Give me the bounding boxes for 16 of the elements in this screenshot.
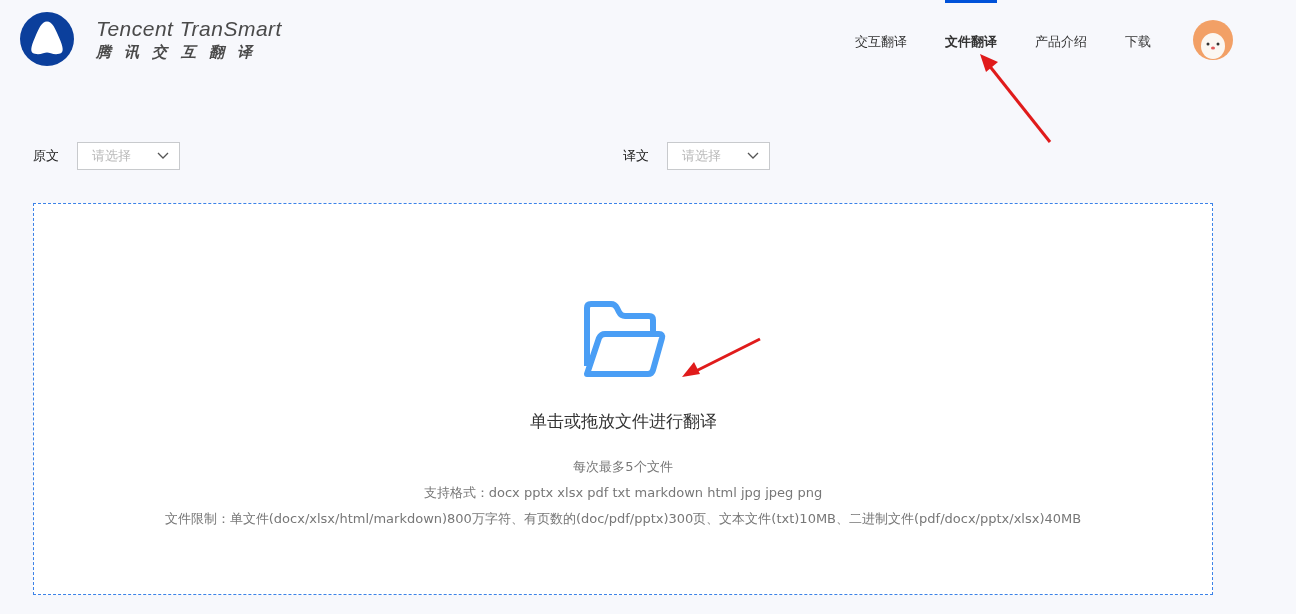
- logo-subtitle: 腾 讯 交 互 翻 译: [96, 42, 258, 62]
- logo-name: Tencent TranSmart: [96, 16, 282, 41]
- language-label: 原文: [33, 146, 59, 165]
- logo-icon: [20, 12, 74, 66]
- caret-icon: [747, 151, 759, 160]
- upload-note: 支持格式：docx pptx xlsx pdf txt markdown html jpg jpeg png: [423, 484, 823, 502]
- language-label: 译文: [623, 146, 649, 165]
- upload-note: 每次最多5个文件: [573, 458, 673, 476]
- nav-tab[interactable]: 产品介绍: [1035, 0, 1087, 80]
- avatar-icon[interactable]: [1193, 20, 1233, 60]
- caret-icon: [157, 151, 169, 160]
- upload-dropzone[interactable]: 单击或拖放文件进行翻译 每次最多5个文件 支持格式：docx pptx xlsx pdf txt markdown html jpg jpeg png 文件限制：单文件(docx/xlsx/html/markdown)800万字符、有页数的(doc/pdf/pptx)300页、文本文件(txt)10MB、二进制文件(pdf/docx/pptx/xlsx)40MB: [33, 203, 1213, 595]
- upload-title: 单击或拖放文件进行翻译: [529, 410, 717, 433]
- nav-tab[interactable]: 交互翻译: [855, 0, 907, 80]
- nav-tab[interactable]: 下载: [1125, 0, 1151, 80]
- upload-note: 文件限制：单文件(docx/xlsx/html/markdown)800万字符、有页数的(doc/pdf/pptx)300页、文本文件(txt)10MB、二进制文件(pdf/docx/pptx/xlsx)40MB: [164, 510, 1082, 528]
